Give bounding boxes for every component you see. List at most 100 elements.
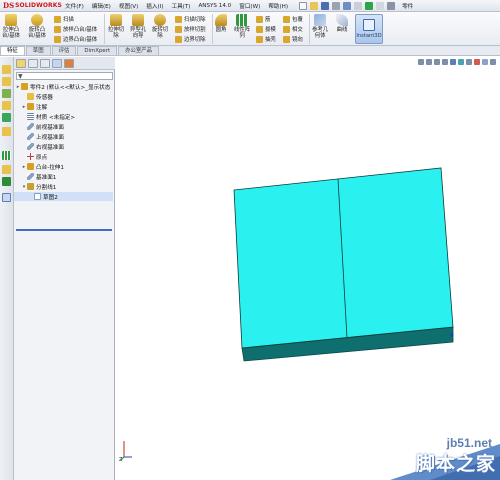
tree-item-sensors[interactable]: 传感器 bbox=[14, 92, 53, 101]
filter-funnel-icon: ▼ bbox=[18, 72, 23, 80]
tree-item-part[interactable]: ▸ 零件2 (默认<<默认>_显示状态 bbox=[14, 82, 110, 91]
tree-item-plane1[interactable]: 基准面1 bbox=[14, 172, 56, 181]
cut-sweep-icon bbox=[175, 15, 182, 23]
cut-extrude-button[interactable]: 拉伸切 除 bbox=[108, 14, 124, 39]
extrude-feature-icon bbox=[27, 163, 34, 170]
extrude-shortcut-icon[interactable] bbox=[2, 65, 11, 74]
property-manager-tab-icon[interactable] bbox=[28, 58, 38, 68]
shell-button[interactable]: 抽壳 bbox=[256, 35, 276, 43]
linear-pattern-icon bbox=[236, 14, 249, 26]
reference-geometry-icon bbox=[314, 14, 327, 26]
mirror-button[interactable]: 镜向 bbox=[283, 35, 303, 43]
rollback-bar[interactable] bbox=[16, 229, 112, 231]
menu-bar: DS SOLIDWORKS 文件(F) 编辑(E) 视图(V) 插入(I) 工具… bbox=[0, 0, 500, 12]
triad-axis-label: Z bbox=[119, 457, 123, 463]
tab-dimxpert[interactable]: DimXpert bbox=[77, 46, 118, 55]
display-manager-tab-icon[interactable] bbox=[64, 58, 74, 68]
cut-revolve-button[interactable]: 旋转切 除 bbox=[152, 14, 168, 39]
tree-item-annotations[interactable]: ▸ 注解 bbox=[14, 102, 47, 111]
select-arrow-icon[interactable] bbox=[354, 1, 363, 10]
boss-revolve-button[interactable]: 旋转凸 台/基体 bbox=[28, 14, 46, 39]
solidworks-logo[interactable]: DS SOLIDWORKS bbox=[0, 0, 62, 12]
part-icon bbox=[21, 83, 28, 90]
tree-item-top-plane[interactable]: 上视基准面 bbox=[14, 132, 64, 141]
open-folder-icon[interactable] bbox=[310, 1, 319, 10]
cut-loft-button[interactable]: 放样切割 bbox=[175, 25, 206, 33]
quick-access-toolbar bbox=[299, 1, 398, 10]
tab-office-products[interactable]: 办公室产品 bbox=[118, 46, 160, 55]
tree-item-material[interactable]: 材质 <未指定> bbox=[14, 112, 75, 121]
surface-shortcut-icon[interactable] bbox=[2, 165, 11, 174]
print-icon[interactable] bbox=[332, 1, 341, 10]
instant3d-shortcut-icon[interactable] bbox=[2, 193, 11, 202]
menu-tools[interactable]: 工具(T) bbox=[168, 2, 193, 10]
linear-pattern-button[interactable]: 线性阵 列 bbox=[234, 14, 250, 39]
cut-shortcut-icon[interactable] bbox=[2, 101, 11, 110]
cut-loft-icon bbox=[175, 25, 182, 33]
tree-item-split-line1[interactable]: ▾ 分割线1 bbox=[14, 182, 56, 191]
tree-item-sketch2[interactable]: 草图2 bbox=[14, 192, 113, 201]
wrap-button[interactable]: 包覆 bbox=[283, 15, 303, 23]
tab-features[interactable]: 特征 bbox=[0, 46, 25, 55]
rib-button[interactable]: 筋 bbox=[256, 15, 270, 23]
tree-item-right-plane[interactable]: 右视基准面 bbox=[14, 142, 64, 151]
tree-item-front-plane[interactable]: 前视基准面 bbox=[14, 122, 64, 131]
part-model-view[interactable] bbox=[116, 57, 500, 480]
vertex-marker bbox=[450, 333, 454, 337]
undo-icon[interactable] bbox=[343, 1, 352, 10]
plane-icon bbox=[27, 143, 34, 150]
part-top-face[interactable] bbox=[233, 167, 454, 349]
annotation-icon bbox=[27, 103, 34, 110]
cut-sweep-button[interactable]: 扫描切除 bbox=[175, 15, 206, 23]
intersect-icon bbox=[283, 25, 290, 33]
cut-extrude-icon bbox=[110, 14, 123, 26]
boss-extrude-button[interactable]: 拉伸凸 台/基体 bbox=[2, 14, 20, 39]
revolve-shortcut-icon[interactable] bbox=[2, 77, 11, 86]
menu-edit[interactable]: 编辑(E) bbox=[89, 2, 114, 10]
tab-sketch[interactable]: 草图 bbox=[25, 46, 51, 55]
hole-shortcut-icon[interactable] bbox=[2, 127, 11, 136]
menu-ansys[interactable]: ANSYS 14.0 bbox=[195, 3, 234, 9]
sweep-icon bbox=[54, 15, 61, 23]
rebuild-icon[interactable] bbox=[365, 1, 374, 10]
feature-tree-filter[interactable]: ▼ bbox=[16, 72, 113, 80]
configuration-manager-tab-icon[interactable] bbox=[40, 58, 50, 68]
tab-evaluate[interactable]: 评估 bbox=[51, 46, 77, 55]
curves-button[interactable]: 曲线 bbox=[336, 14, 348, 33]
new-document-icon[interactable] bbox=[299, 1, 308, 10]
loft-button[interactable]: 放样凸台/基体 bbox=[54, 25, 97, 33]
options-gear-icon[interactable] bbox=[387, 1, 396, 10]
graphics-area[interactable]: Z jb51.net 脚本之家 bbox=[116, 57, 500, 480]
menu-file[interactable]: 文件(F) bbox=[62, 2, 87, 10]
fillet-button[interactable]: 圆角 bbox=[215, 14, 227, 33]
instant3d-button[interactable]: Instant3D bbox=[355, 14, 383, 44]
mirror-icon bbox=[283, 35, 290, 43]
menu-help[interactable]: 帮助(H) bbox=[265, 2, 291, 10]
document-title: 零件 bbox=[402, 3, 414, 10]
intersect-button[interactable]: 相交 bbox=[283, 25, 303, 33]
menu-view[interactable]: 视图(V) bbox=[116, 2, 141, 10]
menu-insert[interactable]: 插入(I) bbox=[143, 2, 166, 10]
feature-manager-tabs bbox=[14, 57, 115, 70]
sweep-button[interactable]: 扫描 bbox=[54, 15, 74, 23]
shell-icon bbox=[256, 35, 263, 43]
grid-shortcut-icon[interactable] bbox=[2, 151, 11, 160]
curves-icon bbox=[336, 14, 348, 26]
feature-tree-tab-icon[interactable] bbox=[16, 58, 26, 68]
pattern-shortcut-icon[interactable] bbox=[2, 113, 11, 122]
hole-wizard-button[interactable]: 异型孔 向导 bbox=[130, 14, 146, 39]
reference-geometry-button[interactable]: 参考几 何体 bbox=[312, 14, 328, 39]
save-icon[interactable] bbox=[321, 1, 330, 10]
file-properties-icon[interactable] bbox=[376, 1, 385, 10]
tree-item-boss-extrude1[interactable]: ▸ 凸台-拉伸1 bbox=[14, 162, 64, 171]
boundary-boss-icon bbox=[54, 35, 61, 43]
tree-item-origin[interactable]: 原点 bbox=[14, 152, 47, 161]
draft-button[interactable]: 拔模 bbox=[256, 25, 276, 33]
curve-shortcut-icon[interactable] bbox=[2, 177, 11, 186]
main-menu: 文件(F) 编辑(E) 视图(V) 插入(I) 工具(T) ANSYS 14.0… bbox=[62, 2, 293, 10]
menu-window[interactable]: 窗口(W) bbox=[236, 2, 263, 10]
cut-boundary-button[interactable]: 边界切除 bbox=[175, 35, 206, 43]
sketch-shortcut-icon[interactable] bbox=[2, 89, 11, 98]
boundary-boss-button[interactable]: 边界凸台/基体 bbox=[54, 35, 97, 43]
dimxpert-manager-tab-icon[interactable] bbox=[52, 58, 62, 68]
